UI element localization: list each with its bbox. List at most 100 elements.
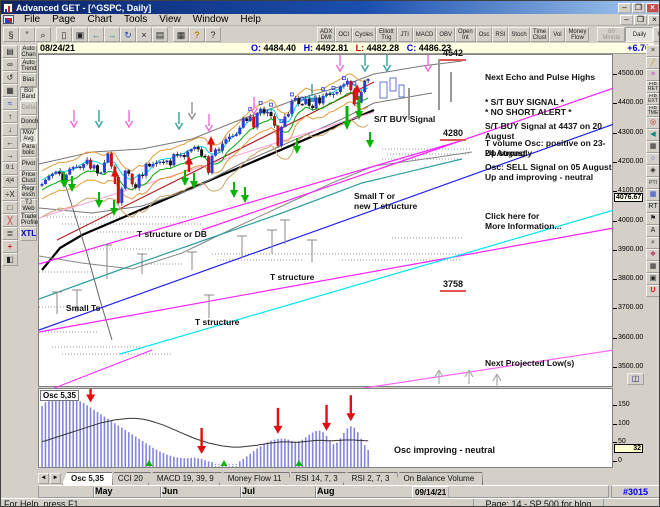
study-button-open-int[interactable]: Open Int [455, 27, 476, 42]
print-icon[interactable]: ▦ [173, 27, 189, 42]
study-button-stoch[interactable]: Stoch [508, 27, 530, 42]
study-button-elliott-trig[interactable]: Elliott Trig [376, 27, 397, 42]
study-button-osc[interactable]: Osc [475, 27, 493, 42]
gann-grid-icon[interactable]: ▦ [646, 189, 659, 201]
context-help-icon[interactable]: ? [205, 27, 221, 42]
timeframe-daily[interactable]: Daily [625, 27, 654, 42]
chart-annotation[interactable]: Click here for More Information... [485, 211, 562, 231]
fib-time-icon[interactable]: FIB TME [646, 105, 659, 117]
studies-icon[interactable]: ▦ [2, 84, 18, 97]
scroll-right-icon[interactable]: → [2, 149, 18, 162]
tab-rsi-14-7-3[interactable]: RSI 14, 7, 3 [286, 472, 346, 485]
study-button-money-flow[interactable]: Money Flow [565, 27, 590, 42]
menu-item-view[interactable]: View [153, 14, 187, 25]
date-axis[interactable]: May Jun Jul Aug 09/14/21 [38, 485, 609, 498]
ratio-icon[interactable]: 9:1 [2, 162, 18, 175]
open-folder-icon[interactable]: ▤ [2, 45, 18, 58]
oscillator-chart[interactable] [39, 389, 614, 469]
tab-scroll-right[interactable]: ► [50, 473, 61, 484]
tab-scroll-left[interactable]: ◄ [38, 473, 49, 484]
study-button-jti[interactable]: JTI [396, 27, 413, 42]
fib-extension-icon[interactable]: FIB EXT [646, 93, 659, 105]
ellipse-drawing-icon[interactable]: ○ [646, 153, 659, 165]
menu-item-window[interactable]: Window [187, 14, 235, 25]
study-para-bolic[interactable]: Para bolic [20, 143, 37, 157]
flag-marker-icon[interactable]: ⚑ [646, 213, 659, 225]
tab-macd-19-39-9[interactable]: MACD 19, 39, 9 [148, 472, 223, 485]
study-mov-avg[interactable]: Mov Avg [20, 129, 37, 143]
oscillator-panel[interactable]: Osc 5,35 Osc improving - neutral [38, 388, 613, 468]
search-icon[interactable]: ⌕ [35, 27, 51, 42]
tab-rsi-2-7-3[interactable]: RSI 2, 7, 3 [343, 472, 399, 485]
next-chart-icon[interactable]: → [104, 27, 120, 42]
prev-chart-icon[interactable]: ← [88, 27, 104, 42]
study-delta[interactable]: Delta [20, 101, 37, 115]
study-xtl[interactable]: XTL [20, 227, 37, 241]
menu-item-tools[interactable]: Tools [118, 14, 153, 25]
regression-lines-icon[interactable]: ≡ [646, 69, 659, 81]
pencil-icon[interactable]: ╱ [646, 57, 659, 69]
study-price-clust[interactable]: Price Clust [20, 171, 37, 185]
tab-on-balance-volume[interactable]: On Balance Volume [394, 472, 483, 485]
main-chart[interactable]: Next Echo and Pulse Highs * S/T BUY SIGNA… [38, 48, 614, 388]
quotes-icon[interactable]: ” [19, 27, 35, 42]
mob-study-icon[interactable]: ◀ [646, 129, 659, 141]
copy-window-icon[interactable]: ▣ [646, 273, 659, 285]
study-button-time-clust[interactable]: Time Clust [529, 27, 550, 42]
gann-diamond-icon[interactable]: ◈ [646, 165, 659, 177]
split-view-icon[interactable]: 4|4 [2, 175, 18, 188]
study-tj-web[interactable]: TJ Web [20, 199, 37, 213]
delete-chart-icon[interactable]: × [136, 27, 152, 42]
fib-retracement-icon[interactable]: FIB RET [646, 81, 659, 93]
text-annotation-icon[interactable]: A [646, 225, 659, 237]
quick-reset-icon[interactable]: ↺ [2, 71, 18, 84]
close-button[interactable]: × [646, 2, 659, 13]
lines-icon[interactable]: ╳ [2, 214, 18, 227]
child-minimize-button[interactable]: – [620, 14, 633, 25]
study-button-vol[interactable]: Vol [549, 27, 566, 42]
study-regr-essn[interactable]: Regr essn [20, 185, 37, 199]
study-bol-band[interactable]: Bol Band [20, 87, 37, 101]
scroll-down-icon[interactable]: ↓ [2, 123, 18, 136]
study-button-cycles[interactable]: Cycles [352, 27, 377, 42]
study-auto-chan[interactable]: Auto Chan [20, 45, 37, 59]
elliott-wave-icon[interactable]: ≈ [2, 97, 18, 110]
open-chart-icon[interactable]: ▣ [72, 27, 88, 42]
maximize-button[interactable]: ❐ [632, 2, 645, 13]
box-select-icon[interactable]: □ [2, 201, 18, 214]
delete-drawing-icon[interactable]: × [646, 45, 659, 57]
timeframe-60-minute[interactable]: 60 Minute [597, 27, 626, 42]
study-pivot[interactable]: Pivot [20, 157, 37, 171]
menu-item-help[interactable]: Help [234, 14, 267, 25]
add-icon[interactable]: + [2, 240, 18, 253]
title-bar[interactable]: Advanced GET - [^GSPC, Daily] – ❐ × [1, 1, 659, 14]
new-chart-icon[interactable]: ▯ [56, 27, 72, 42]
minimize-button[interactable]: – [618, 2, 631, 13]
pti-study-icon[interactable]: PTI [646, 177, 659, 189]
refresh-icon[interactable]: ↻ [120, 27, 136, 42]
study-button-obv[interactable]: OBV [436, 27, 456, 42]
study-button-adx-dmi[interactable]: ADX DMI [317, 27, 336, 42]
tile-windows-icon[interactable]: ▦ [646, 261, 659, 273]
tab-money-flow-11[interactable]: Money Flow 11 [219, 472, 291, 485]
child-window-icon[interactable] [3, 15, 14, 24]
child-close-button[interactable]: × [648, 14, 659, 25]
color-palette-icon[interactable]: ❖ [646, 249, 659, 261]
zoom-in-icon[interactable]: ⌕ [646, 237, 659, 249]
menu-item-page[interactable]: Page [46, 14, 81, 25]
study-auto-trend[interactable]: Auto Trend [20, 59, 37, 73]
fib-circle-icon[interactable]: ◎ [646, 117, 659, 129]
study-button-macd[interactable]: MACD [412, 27, 437, 42]
paste-icon[interactable]: ▤ [152, 27, 168, 42]
help-icon[interactable]: ? [189, 27, 205, 42]
study-bias[interactable]: Bias [20, 73, 37, 87]
study-button-rsi[interactable]: RSI [492, 27, 509, 42]
menu-item-file[interactable]: File [18, 14, 46, 25]
tib-lines-icon[interactable]: ≣ [2, 227, 18, 240]
link-icon[interactable]: § [3, 27, 19, 42]
study-donch[interactable]: Donch [20, 115, 38, 129]
scroll-left-icon[interactable]: ← [2, 136, 18, 149]
menu-item-chart[interactable]: Chart [81, 14, 117, 25]
study-trade-profile[interactable]: Trade Profile [20, 213, 38, 227]
study-button-oci[interactable]: OCI [335, 27, 353, 42]
